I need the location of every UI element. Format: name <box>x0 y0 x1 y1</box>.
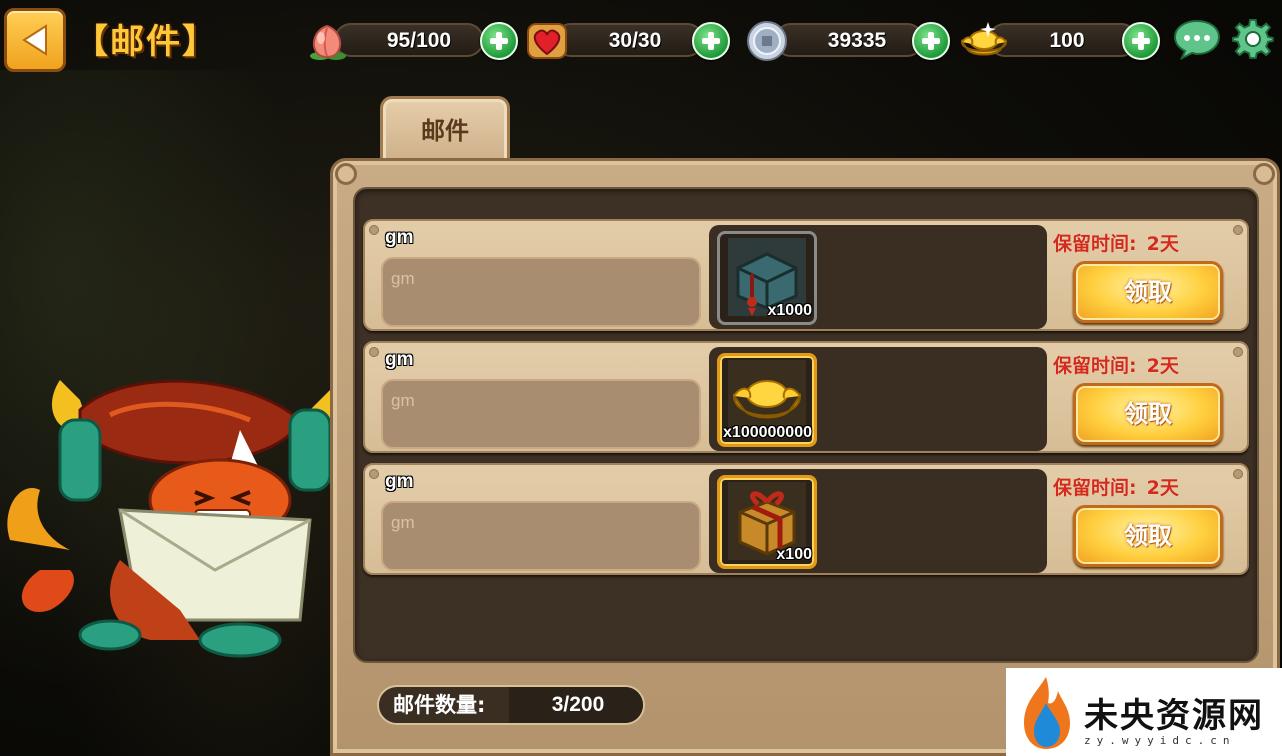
mail-body: gm <box>381 501 701 571</box>
mail-body: gm <box>381 379 701 449</box>
silver-coin-icon <box>747 21 787 61</box>
retain-days: 2天 <box>1146 355 1179 377</box>
gold-resource: 100 <box>958 20 1168 60</box>
attachment-area: x100 <box>709 469 1047 573</box>
add-energy-button[interactable] <box>692 22 730 60</box>
peach-icon <box>310 24 346 60</box>
list-item: gm gm x1000 保留时间: 2天 领取 <box>363 219 1249 331</box>
mail-panel: gm gm x1000 保留时间: 2天 领取 gm gm x100000000… <box>330 158 1280 756</box>
flame-logo-icon <box>1024 677 1070 749</box>
gold-value: 100 <box>1049 29 1085 52</box>
watermark: 未央资源网 zy.wyyidc.cn <box>1006 668 1282 756</box>
item-quantity: x1000 <box>767 302 813 319</box>
mail-count-label: 邮件数量: <box>393 693 486 717</box>
add-silver-button[interactable] <box>912 22 950 60</box>
mail-sender: gm <box>385 471 414 492</box>
retain-time: 保留时间: 2天 <box>1053 351 1179 378</box>
retain-days: 2天 <box>1146 233 1179 255</box>
claim-button[interactable]: 领取 <box>1073 261 1223 323</box>
page-title: 【邮件】 <box>74 22 218 62</box>
chat-icon[interactable] <box>1172 18 1222 60</box>
attachment-area: x1000 <box>709 225 1047 329</box>
add-gold-button[interactable] <box>1122 22 1160 60</box>
mail-count: 邮件数量: 3/200 <box>377 685 645 725</box>
add-stamina-button[interactable] <box>480 22 518 60</box>
retain-label: 保留时间: <box>1053 355 1137 377</box>
list-item: gm gm x100 保留时间: 2天 领取 <box>363 463 1249 575</box>
watermark-subtitle: zy.wyyidc.cn <box>1084 734 1236 747</box>
plus-icon <box>922 32 940 50</box>
mail-sender: gm <box>385 227 414 248</box>
stamina-resource: 95/100 <box>304 20 520 60</box>
item-slot[interactable]: x100 <box>717 475 817 569</box>
energy-resource: 30/30 <box>524 20 736 60</box>
retain-days: 2天 <box>1146 477 1179 499</box>
watermark-title: 未央资源网 <box>1084 695 1264 736</box>
retain-time: 保留时间: 2天 <box>1053 229 1179 256</box>
item-slot[interactable]: x1000 <box>717 231 817 325</box>
attachment-area: x100000000 <box>709 347 1047 451</box>
mail-body: gm <box>381 257 701 327</box>
gold-ingot-icon <box>960 22 1008 56</box>
item-quantity: x100000000 <box>723 424 812 441</box>
mail-sender: gm <box>385 349 414 370</box>
gear-icon[interactable] <box>1232 18 1274 60</box>
retain-label: 保留时间: <box>1053 477 1137 499</box>
mail-count-value: 3/200 <box>551 693 605 716</box>
back-button[interactable] <box>4 8 66 72</box>
silver-value: 39335 <box>827 29 887 52</box>
list-item: gm gm x100000000 保留时间: 2天 领取 <box>363 341 1249 453</box>
item-slot[interactable]: x100000000 <box>717 353 817 447</box>
back-arrow-icon <box>22 24 47 56</box>
tab-mail[interactable]: 邮件 <box>380 96 510 162</box>
heart-charm-icon <box>527 23 567 59</box>
energy-value: 30/30 <box>608 29 662 52</box>
silver-resource: 39335 <box>744 20 954 61</box>
retain-time: 保留时间: 2天 <box>1053 473 1179 500</box>
plus-icon <box>1132 32 1150 50</box>
mascot-envelope-creature <box>7 379 335 658</box>
item-quantity: x100 <box>776 546 812 563</box>
plus-icon <box>702 32 720 50</box>
retain-label: 保留时间: <box>1053 233 1137 255</box>
claim-button[interactable]: 领取 <box>1073 505 1223 567</box>
claim-button[interactable]: 领取 <box>1073 383 1223 445</box>
plus-icon <box>490 32 508 50</box>
stamina-value: 95/100 <box>386 29 452 52</box>
